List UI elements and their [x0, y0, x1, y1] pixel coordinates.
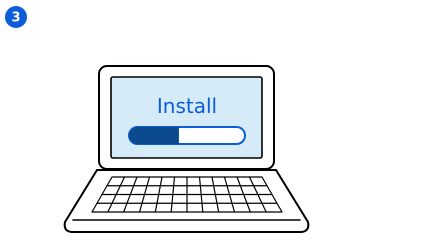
install-progress-bar: [128, 126, 246, 145]
install-label: Install: [157, 94, 217, 118]
progress-fill-end: [169, 127, 179, 144]
step-badge: 3: [5, 6, 27, 28]
laptop-icon: [63, 65, 310, 233]
laptop-install-svg: 3 Install: [5, 6, 310, 233]
step-number: 3: [11, 11, 20, 26]
install-step-illustration: 3 Install: [0, 0, 435, 241]
